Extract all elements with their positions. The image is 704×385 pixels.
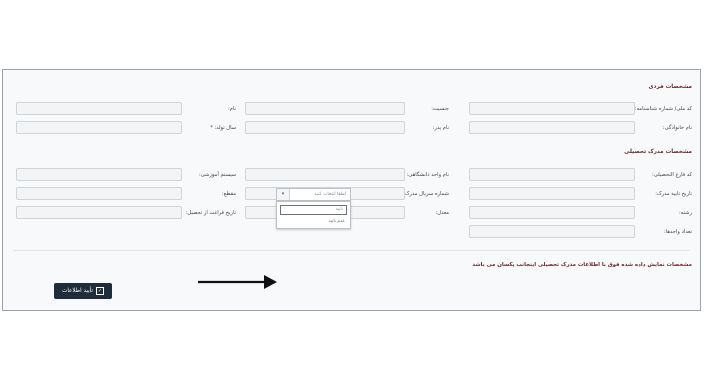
major-label: رشته: bbox=[679, 210, 692, 216]
section-divider bbox=[13, 250, 690, 251]
form-panel: مشخصات فردی کد ملی/ شماره شناسنامه: جنسی… bbox=[2, 69, 701, 311]
graduate-code-field[interactable] bbox=[469, 168, 635, 181]
father-name-label: نام پدر: bbox=[432, 125, 449, 131]
first-name-field[interactable] bbox=[16, 102, 182, 115]
option-confirm[interactable]: تایید bbox=[280, 205, 347, 215]
verification-date-field[interactable] bbox=[469, 187, 635, 200]
confirm-question: مشخصات نمایش داده شده فوق با اطلاعات مدر… bbox=[472, 262, 692, 268]
graduation-date-field[interactable] bbox=[16, 206, 182, 219]
last-name-field[interactable] bbox=[469, 121, 635, 134]
personal-section-title: مشخصات فردی bbox=[648, 84, 692, 90]
units-label: تعداد واحدها: bbox=[663, 229, 692, 235]
national-code-label: کد ملی/ شماره شناسنامه: bbox=[634, 106, 692, 112]
major-field[interactable] bbox=[469, 206, 635, 219]
degree-section-title: مشخصات مدرک تحصیلی bbox=[624, 149, 692, 155]
confirm-select[interactable]: لطفا انتخاب کنید ▾ bbox=[276, 188, 351, 201]
arrow-right-icon bbox=[198, 275, 277, 289]
education-system-label: سیستم آموزشی: bbox=[198, 172, 236, 178]
university-unit-label: نام واحد دانشگاهی: bbox=[406, 172, 450, 178]
birth-year-label: سال تولد: * bbox=[210, 125, 236, 131]
birth-year-field[interactable] bbox=[16, 121, 182, 134]
father-name-field[interactable] bbox=[245, 121, 405, 134]
serial-label: شماره سریال مدرک: bbox=[403, 191, 449, 197]
first-name-label: نام: bbox=[228, 106, 236, 112]
last-name-label: نام خانوادگی: bbox=[662, 125, 692, 131]
confirm-dropdown: تایید عدم تایید bbox=[276, 201, 351, 229]
gender-label: جنسیت: bbox=[431, 106, 449, 112]
level-label: مقطع: bbox=[221, 191, 236, 197]
national-code-field[interactable] bbox=[469, 102, 635, 115]
level-field[interactable] bbox=[16, 187, 182, 200]
submit-label: تأیید اطلاعات bbox=[62, 288, 93, 294]
select-placeholder: لطفا انتخاب کنید bbox=[314, 192, 346, 197]
gender-field[interactable] bbox=[245, 102, 405, 115]
checkbox-icon: ✓ bbox=[95, 287, 104, 295]
university-unit-field[interactable] bbox=[245, 168, 405, 181]
chevron-down-icon[interactable]: ▾ bbox=[277, 189, 290, 200]
graduation-date-label: تاریخ فراغت از تحصیل: bbox=[185, 210, 236, 216]
submit-button[interactable]: ✓ تأیید اطلاعات bbox=[54, 283, 112, 299]
gpa-label: معدل: bbox=[435, 210, 449, 216]
option-reject[interactable]: عدم تایید bbox=[329, 219, 345, 224]
verification-date-label: تاریخ تایید مدرک: bbox=[655, 191, 692, 197]
units-field[interactable] bbox=[469, 225, 635, 238]
graduate-code-label: کد فارغ التحصیلی: bbox=[652, 172, 692, 178]
education-system-field[interactable] bbox=[16, 168, 182, 181]
